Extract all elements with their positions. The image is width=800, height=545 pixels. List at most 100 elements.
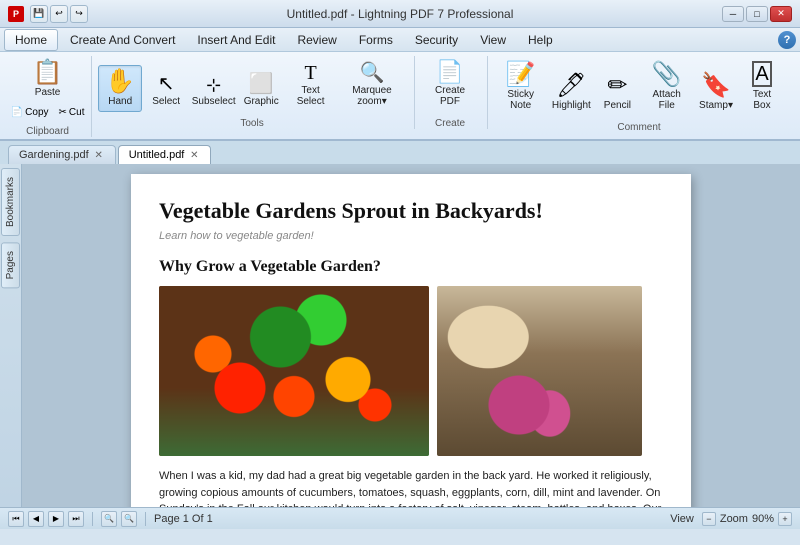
pencil-icon: ✏ bbox=[607, 74, 627, 98]
ribbon-group-comment: 📝 Sticky Note 🖊 Highlight ✏ Pencil 📎 Att… bbox=[490, 56, 792, 133]
pencil-button[interactable]: ✏ Pencil bbox=[595, 69, 639, 116]
stamp-button[interactable]: 🔖 Stamp▾ bbox=[694, 69, 738, 116]
marquee-zoom-label: Marquee zoom▾ bbox=[345, 85, 399, 107]
paste-label: Paste bbox=[35, 87, 61, 98]
zoom-label: Zoom bbox=[720, 513, 748, 525]
zoom-control: − Zoom 90% + bbox=[702, 512, 792, 526]
document-title: Vegetable Gardens Sprout in Backyards! bbox=[159, 198, 663, 224]
menu-insert-edit[interactable]: Insert And Edit bbox=[187, 30, 285, 50]
attach-file-icon: 📎 bbox=[652, 63, 682, 87]
subselect-icon: ⊹ bbox=[206, 76, 221, 94]
select-tool-button[interactable]: ↖ Select bbox=[144, 69, 188, 112]
attach-file-label: Attach File bbox=[648, 89, 685, 111]
text-select-label: Text Select bbox=[292, 85, 329, 107]
first-page-button[interactable]: ⏮ bbox=[8, 511, 24, 527]
save-btn[interactable]: 💾 bbox=[30, 5, 48, 23]
quick-access-toolbar: 💾 ↩ ↪ bbox=[30, 5, 88, 23]
menu-review[interactable]: Review bbox=[287, 30, 346, 50]
pencil-label: Pencil bbox=[604, 100, 631, 111]
menu-home[interactable]: Home bbox=[4, 29, 58, 51]
create-pdf-button[interactable]: 📄 Create PDF bbox=[421, 56, 479, 112]
ribbon-group-clipboard: 📋 Paste 📄 Copy ✂ Cut Clipboard bbox=[8, 56, 92, 137]
marquee-zoom-button[interactable]: 🔍 Marquee zoom▾ bbox=[338, 58, 406, 112]
text-box-label: Text Box bbox=[747, 89, 777, 111]
create-pdf-label: Create PDF bbox=[428, 85, 472, 107]
create-pdf-icon: 📄 bbox=[436, 61, 463, 83]
document-page: Vegetable Gardens Sprout in Backyards! L… bbox=[131, 174, 691, 507]
tabs-bar: Gardening.pdf ✕ Untitled.pdf ✕ bbox=[0, 141, 800, 164]
attach-file-button[interactable]: 📎 Attach File bbox=[641, 58, 692, 116]
sticky-note-icon: 📝 bbox=[506, 63, 536, 87]
zoom-in-status-btn[interactable]: 🔍 bbox=[121, 511, 137, 527]
status-bar: ⏮ ◀ ▶ ⏭ 🔍 🔍 Page 1 Of 1 View − Zoom 90% … bbox=[0, 507, 800, 529]
tools-buttons: ✋ Hand ↖ Select ⊹ Subselect ⬜ Graphic T … bbox=[98, 56, 406, 116]
paste-icon: 📋 bbox=[33, 61, 63, 85]
hand-tool-button[interactable]: ✋ Hand bbox=[98, 65, 142, 112]
zoom-increase-button[interactable]: + bbox=[778, 512, 792, 526]
copy-button[interactable]: 📄 Copy bbox=[7, 105, 53, 120]
stamp-icon: 🔖 bbox=[701, 74, 731, 98]
last-page-button[interactable]: ⏭ bbox=[68, 511, 84, 527]
menu-security[interactable]: Security bbox=[405, 30, 468, 50]
undo-btn[interactable]: ↩ bbox=[50, 5, 68, 23]
zoom-out-status-btn[interactable]: 🔍 bbox=[101, 511, 117, 527]
menu-create-convert[interactable]: Create And Convert bbox=[60, 30, 185, 50]
text-box-icon: A bbox=[752, 61, 771, 87]
highlight-button[interactable]: 🖊 Highlight bbox=[549, 69, 593, 116]
stamp-label: Stamp▾ bbox=[699, 100, 733, 111]
cut-button[interactable]: ✂ Cut bbox=[55, 105, 89, 120]
hand-label: Hand bbox=[108, 96, 132, 107]
subselect-tool-button[interactable]: ⊹ Subselect bbox=[190, 71, 237, 112]
tools-label: Tools bbox=[240, 118, 263, 129]
sticky-note-label: Sticky Note bbox=[501, 89, 540, 111]
page-indicator: Page 1 Of 1 bbox=[154, 513, 213, 525]
pages-tab[interactable]: Pages bbox=[1, 242, 20, 288]
select-icon: ↖ bbox=[158, 74, 175, 94]
planting-image bbox=[437, 286, 642, 456]
document-area: Vegetable Gardens Sprout in Backyards! L… bbox=[22, 164, 800, 507]
clipboard-buttons: 📋 Paste 📄 Copy ✂ Cut bbox=[7, 56, 89, 124]
graphic-label: Graphic bbox=[244, 96, 279, 107]
title-bar: P 💾 ↩ ↪ Untitled.pdf - Lightning PDF 7 P… bbox=[0, 0, 800, 28]
title-bar-left: P 💾 ↩ ↪ bbox=[8, 5, 88, 23]
zoom-icon: 🔍 bbox=[360, 63, 385, 83]
sticky-note-button[interactable]: 📝 Sticky Note bbox=[494, 58, 547, 116]
text-select-icon: T bbox=[304, 63, 316, 83]
tab-gardening-close[interactable]: ✕ bbox=[93, 149, 105, 161]
menu-forms[interactable]: Forms bbox=[349, 30, 403, 50]
clipboard-label: Clipboard bbox=[26, 126, 69, 137]
vegetables-image bbox=[159, 286, 429, 456]
zoom-value: 90% bbox=[752, 513, 774, 525]
document-subtitle: Learn how to vegetable garden! bbox=[159, 230, 663, 242]
text-box-button[interactable]: A Text Box bbox=[740, 56, 784, 116]
comment-buttons: 📝 Sticky Note 🖊 Highlight ✏ Pencil 📎 Att… bbox=[494, 56, 784, 120]
next-page-button[interactable]: ▶ bbox=[48, 511, 64, 527]
tab-untitled-close[interactable]: ✕ bbox=[188, 149, 200, 161]
tab-gardening[interactable]: Gardening.pdf ✕ bbox=[8, 145, 116, 164]
maximize-button[interactable]: □ bbox=[746, 6, 768, 22]
redo-btn[interactable]: ↪ bbox=[70, 5, 88, 23]
right-images-column bbox=[437, 286, 642, 456]
text-select-button[interactable]: T Text Select bbox=[285, 58, 336, 112]
status-left: ⏮ ◀ ▶ ⏭ 🔍 🔍 Page 1 Of 1 bbox=[8, 511, 213, 527]
menu-help[interactable]: Help bbox=[518, 30, 563, 50]
bookmarks-tab[interactable]: Bookmarks bbox=[1, 168, 20, 236]
menu-view[interactable]: View bbox=[470, 30, 516, 50]
app-icon: P bbox=[8, 6, 24, 22]
create-buttons: 📄 Create PDF bbox=[421, 56, 479, 116]
close-button[interactable]: ✕ bbox=[770, 6, 792, 22]
prev-page-button[interactable]: ◀ bbox=[28, 511, 44, 527]
create-label: Create bbox=[435, 118, 465, 129]
paste-button[interactable]: 📋 Paste bbox=[26, 56, 70, 103]
graphic-icon: ⬜ bbox=[249, 74, 274, 94]
help-button[interactable]: ? bbox=[778, 31, 796, 49]
tab-gardening-label: Gardening.pdf bbox=[19, 149, 89, 161]
highlight-icon: 🖊 bbox=[556, 74, 586, 98]
tab-untitled[interactable]: Untitled.pdf ✕ bbox=[118, 145, 212, 164]
window-title: Untitled.pdf - Lightning PDF 7 Professio… bbox=[287, 7, 514, 21]
graphic-tool-button[interactable]: ⬜ Graphic bbox=[239, 69, 283, 112]
cut-label: Cut bbox=[69, 107, 85, 118]
minimize-button[interactable]: ─ bbox=[722, 6, 744, 22]
zoom-decrease-button[interactable]: − bbox=[702, 512, 716, 526]
ribbon-group-create: 📄 Create PDF Create bbox=[417, 56, 488, 129]
